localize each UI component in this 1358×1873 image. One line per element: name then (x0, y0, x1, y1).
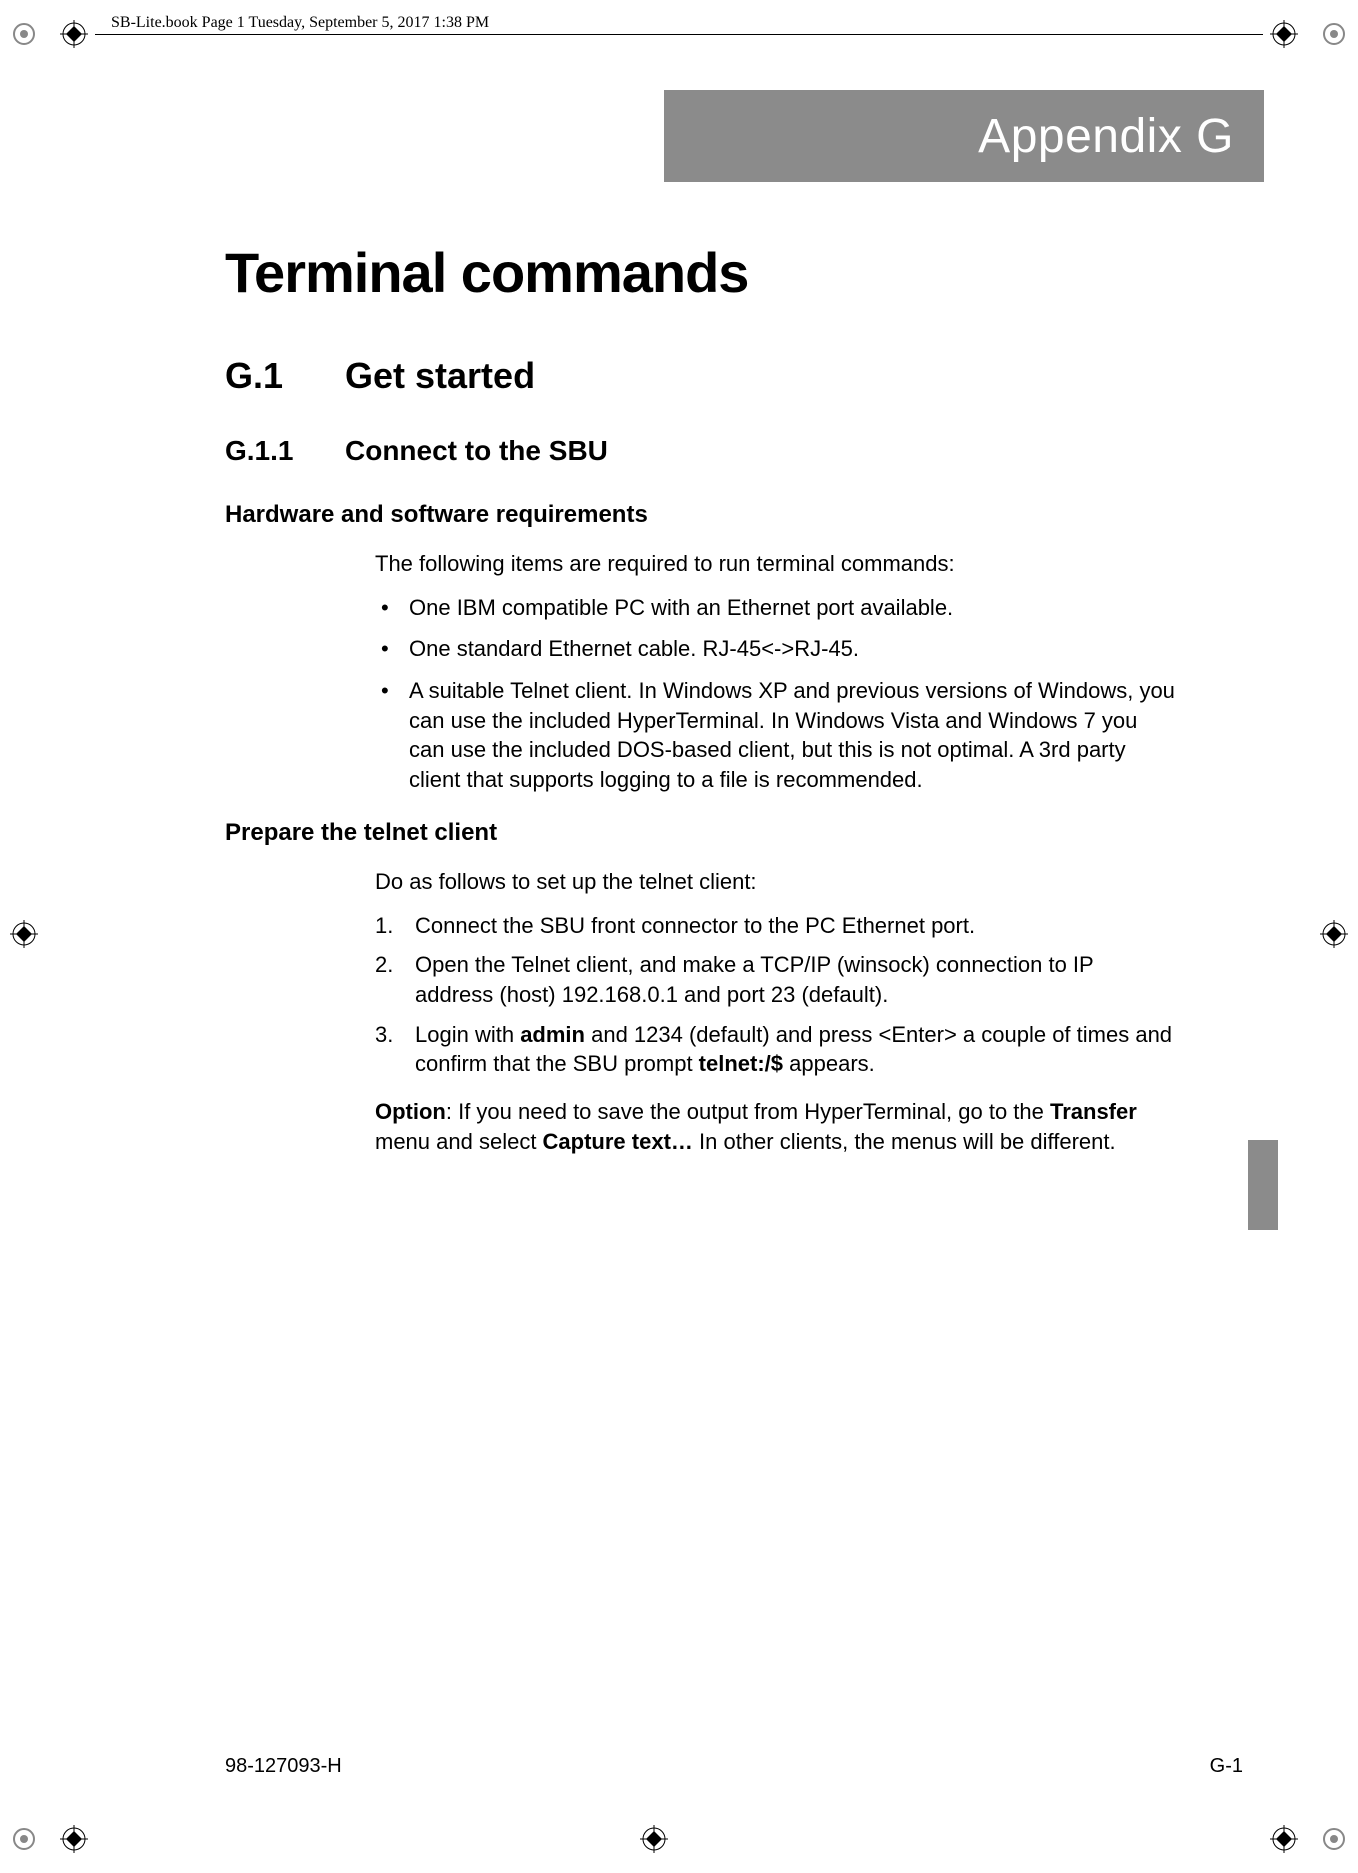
footer: 98-127093-H G-1 (225, 1755, 1243, 1778)
text-run: : If you need to save the output from Hy… (446, 1099, 1050, 1124)
page-title: Terminal commands (225, 240, 1175, 305)
heading-3: Prepare the telnet client (225, 819, 1175, 847)
list-item: One standard Ethernet cable. RJ-45<->RJ-… (375, 634, 1175, 664)
text-run: Login with (415, 1022, 520, 1047)
registration-mark-icon (10, 1825, 38, 1853)
paragraph: The following items are required to run … (375, 549, 1175, 579)
ordered-list: Connect the SBU front connector to the P… (375, 911, 1175, 1079)
list-item: Connect the SBU front connector to the P… (375, 911, 1175, 941)
footer-doc-id: 98-127093-H (225, 1755, 342, 1778)
registration-mark-icon (1270, 1825, 1298, 1853)
text-bold: telnet:/$ (699, 1051, 783, 1076)
heading-1: G.1Get started (225, 355, 1175, 397)
heading-2: G.1.1Connect to the SBU (225, 435, 1175, 467)
paragraph: Option: If you need to save the output f… (375, 1097, 1175, 1156)
text-bold: Transfer (1050, 1099, 1137, 1124)
registration-mark-icon (640, 1825, 668, 1853)
registration-mark-icon (60, 20, 88, 48)
list-item: Login with admin and 1234 (default) and … (375, 1020, 1175, 1079)
content-area: Terminal commands G.1Get started G.1.1Co… (225, 240, 1175, 1170)
footer-page-number: G-1 (1210, 1755, 1243, 1778)
text-run: In other clients, the menus will be diff… (693, 1129, 1116, 1154)
paragraph: Do as follows to set up the telnet clien… (375, 867, 1175, 897)
page: SB-Lite.book Page 1 Tuesday, September 5… (0, 0, 1358, 1873)
body-block: The following items are required to run … (375, 549, 1175, 795)
registration-mark-icon (10, 920, 38, 948)
list-item: One IBM compatible PC with an Ethernet p… (375, 593, 1175, 623)
header-rule (95, 34, 1263, 35)
text-bold: Option (375, 1099, 446, 1124)
registration-mark-icon (10, 20, 38, 48)
text-run: appears. (783, 1051, 875, 1076)
text-bold: admin (520, 1022, 585, 1047)
heading-3: Hardware and software requirements (225, 501, 1175, 529)
side-tab (1248, 1140, 1278, 1230)
heading-1-number: G.1 (225, 355, 345, 397)
text-run: menu and select (375, 1129, 543, 1154)
registration-mark-icon (1320, 20, 1348, 48)
registration-mark-icon (1320, 1825, 1348, 1853)
heading-1-text: Get started (345, 355, 535, 396)
bullet-list: One IBM compatible PC with an Ethernet p… (375, 593, 1175, 795)
text-bold: Capture text… (543, 1129, 693, 1154)
heading-2-text: Connect to the SBU (345, 435, 608, 466)
heading-2-number: G.1.1 (225, 435, 345, 467)
header-meta: SB-Lite.book Page 1 Tuesday, September 5… (105, 14, 495, 32)
list-item: A suitable Telnet client. In Windows XP … (375, 676, 1175, 795)
body-block: Do as follows to set up the telnet clien… (375, 867, 1175, 1157)
appendix-banner: Appendix G (664, 90, 1264, 182)
registration-mark-icon (1270, 20, 1298, 48)
registration-mark-icon (1320, 920, 1348, 948)
list-item: Open the Telnet client, and make a TCP/I… (375, 950, 1175, 1009)
registration-mark-icon (60, 1825, 88, 1853)
